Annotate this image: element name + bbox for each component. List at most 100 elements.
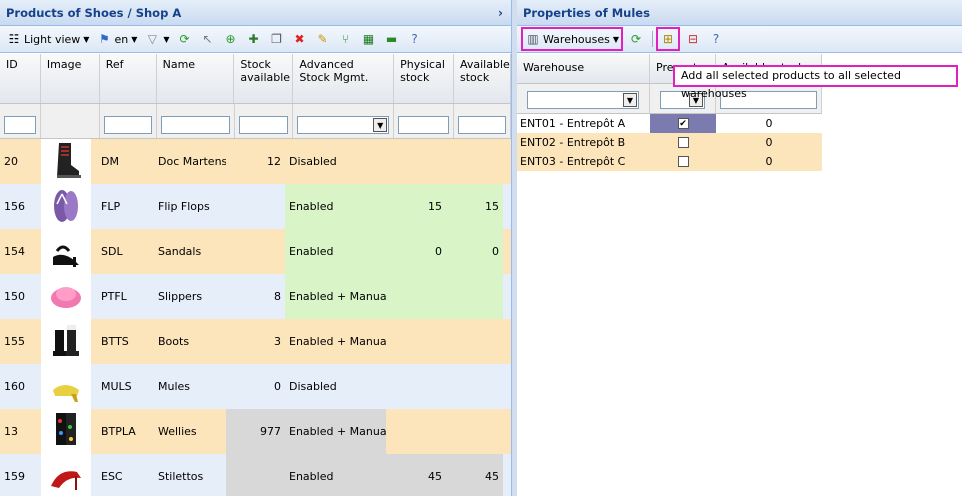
col-header-physical[interactable]: Physical stock [394, 54, 454, 103]
warehouses-filter-row: ▼ ▼ [517, 84, 822, 114]
collapse-icon[interactable]: › [498, 0, 503, 26]
cell-available [446, 319, 503, 364]
flipflop-thumb [49, 186, 83, 227]
window-button[interactable]: ▬ [382, 29, 402, 49]
cell-physical: 45 [386, 454, 446, 496]
table-row[interactable]: ENT03 - Entrepôt C 0 [517, 152, 822, 171]
cell-asm: Disabled [289, 380, 337, 393]
products-toolbar: ☷ Light view ▼ ⚑ en ▼ ▽ ▼ ⟳ ↖ ⊕ ✚ ❐ ✖ ✎ … [0, 26, 511, 53]
add-button[interactable]: ⊕ [221, 29, 241, 49]
cell-available: 15 [446, 184, 503, 229]
filter-physical-input[interactable] [398, 116, 450, 134]
refresh-button[interactable]: ⟳ [175, 29, 195, 49]
warehouses-selector[interactable]: ▥ Warehouses ▼ [521, 27, 624, 51]
cell-available [446, 364, 503, 409]
table-row[interactable]: ENT01 - Entrepôt A ✔ 0 [517, 114, 822, 133]
cell-image [41, 139, 91, 184]
cell-available [446, 274, 503, 319]
merge-icon: ⑂ [341, 32, 350, 46]
table-row[interactable]: 156 FLP Flip Flops Enabled 15 15 [0, 184, 511, 229]
table-row[interactable]: ENT02 - Entrepôt B 0 [517, 133, 822, 152]
cell-name: Sandals [158, 245, 202, 258]
table-row[interactable]: 20 DM Doc Martens 12 Disabled [0, 139, 511, 184]
cell-id: 150 [4, 290, 25, 303]
duplicate-button[interactable]: ❐ [267, 29, 287, 49]
filter-cell-id [0, 104, 41, 138]
chevron-down-icon: ▼ [83, 34, 90, 44]
present-checkbox[interactable] [677, 156, 689, 167]
view-selector[interactable]: ☷ Light view ▼ [4, 29, 91, 49]
products-title-text: Products of Shoes / Shop A [6, 6, 182, 20]
table-row[interactable]: 150 PTFL Slippers 8 Enabled + Manual M [0, 274, 511, 319]
cell-ref: DM [101, 155, 119, 168]
col-header-available[interactable]: Available stock [454, 54, 511, 103]
add-product-button[interactable]: ✚ [244, 29, 264, 49]
select-button[interactable]: ↖ [198, 29, 218, 49]
col-header-name[interactable]: Name [157, 54, 235, 103]
col-header-warehouse[interactable]: Warehouse [517, 54, 650, 83]
filter-stock-input[interactable] [238, 116, 289, 134]
filter-warehouse-select[interactable]: ▼ [527, 91, 639, 109]
warehouses-grid-body: ENT01 - Entrepôt A ✔ 0 ENT02 - Entrepôt B0E… [517, 114, 962, 171]
cell-asm: Enabled [285, 229, 386, 274]
table-row[interactable]: 13 BTPLA Wellies 977Enabled + Manual M [0, 409, 511, 454]
products-grid-header: ID Image Ref Name Stock available Advanc… [0, 54, 511, 104]
cell-image [41, 184, 91, 229]
cell-physical [386, 274, 446, 319]
cell-present: ✔ [650, 114, 716, 133]
filter-cell-ref [100, 104, 157, 138]
warehouse-help-button[interactable]: ? [706, 29, 726, 49]
remove-from-warehouses-button[interactable]: ⊟ [683, 29, 703, 49]
filter-available-input[interactable] [458, 116, 507, 134]
cell-ref: MULS [101, 380, 132, 393]
cell-id: 159 [4, 470, 25, 483]
cell-image [41, 364, 91, 409]
filter-icon: ▽ [147, 32, 157, 46]
cell-physical [386, 409, 446, 454]
table-row[interactable]: 160 MULS Mules 0 Disabled [0, 364, 511, 409]
chevron-down-icon: ▼ [373, 118, 388, 132]
col-header-stock[interactable]: Stock available [234, 54, 294, 103]
help-button[interactable]: ? [405, 29, 425, 49]
col-header-ref[interactable]: Ref [100, 54, 157, 103]
excel-icon: ▦ [362, 32, 375, 46]
edit-button[interactable]: ✎ [313, 29, 333, 49]
cell-stock [226, 229, 285, 274]
col-header-id[interactable]: ID [0, 54, 41, 103]
col-header-image[interactable]: Image [41, 54, 100, 103]
filter-name-input[interactable] [160, 116, 230, 134]
filter-cell-stock [235, 104, 294, 138]
boots-thumb [49, 321, 83, 362]
export-button[interactable]: ▦ [359, 29, 379, 49]
cell-name: Doc Martens [158, 155, 226, 168]
language-selector[interactable]: ⚑ en ▼ [94, 29, 139, 49]
filter-asm-select[interactable]: ▼ [297, 116, 390, 134]
stiletto-thumb [49, 456, 83, 496]
filter-id-input[interactable] [4, 116, 36, 134]
add-to-warehouses-button[interactable]: ⊞ [656, 27, 681, 51]
window-icon: ▬ [385, 32, 398, 46]
cell-asm: Enabled [285, 454, 386, 496]
cell-available [446, 139, 503, 184]
cell-image [41, 274, 91, 319]
cell-stock: 12 [267, 155, 281, 168]
add-to-warehouse-icon: ⊞ [663, 32, 674, 46]
merge-button[interactable]: ⑂ [336, 29, 356, 49]
table-row[interactable]: 154 SDL Sandals Enabled 0 0 [0, 229, 511, 274]
table-row[interactable]: 159 ESC Stilettos Enabled 45 45 [0, 454, 511, 496]
delete-button[interactable]: ✖ [290, 29, 310, 49]
warehouse-refresh-button[interactable]: ⟳ [626, 29, 646, 49]
filter-button[interactable]: ▽ ▼ [142, 29, 171, 49]
cell-name: Wellies [158, 425, 197, 438]
table-row[interactable]: 155 BTTS Boots 3 Enabled + Manual M [0, 319, 511, 364]
toolbar-separator [652, 31, 654, 47]
products-grid: ID Image Ref Name Stock available Advanc… [0, 54, 511, 496]
warehouse-icon: ▥ [527, 32, 539, 46]
cell-stock [226, 454, 285, 496]
filter-ref-input[interactable] [103, 116, 152, 134]
col-header-asm[interactable]: Advanced Stock Mgmt. [293, 54, 395, 103]
present-checkbox[interactable] [677, 137, 689, 148]
cell-available [446, 409, 503, 454]
cell-id: 154 [4, 245, 25, 258]
present-checkbox[interactable]: ✔ [677, 118, 689, 129]
